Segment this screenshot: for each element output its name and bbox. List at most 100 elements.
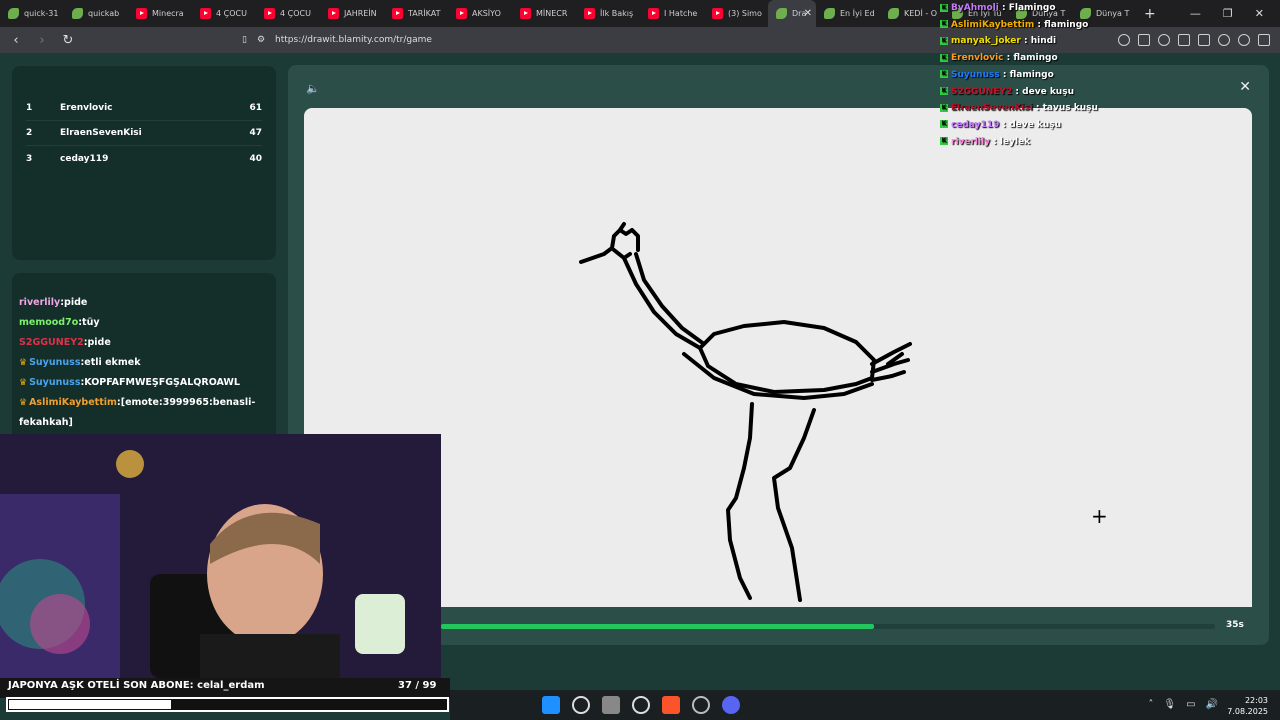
chat-text: :etli ekmek (80, 357, 141, 368)
tab-label: (3) Simo (728, 9, 762, 18)
browser-tab[interactable]: Minecra (128, 0, 192, 27)
overlay-chat-username: manyak_joker (951, 36, 1021, 47)
chat-username: Suyunuss (29, 357, 81, 368)
discord-icon[interactable] (722, 696, 740, 714)
tab-label: quickab (88, 9, 120, 18)
tab-close-icon[interactable]: ✕ (804, 8, 812, 19)
chat-username: AslimiKaybettim (29, 397, 117, 408)
browser-tab[interactable]: quickab (64, 0, 128, 27)
minimize-icon[interactable]: — (1190, 7, 1201, 20)
browser-tab[interactable]: En İyi Ed (816, 0, 880, 27)
leaderboard-name: Erenvlovic (60, 103, 113, 113)
site-settings-icon[interactable]: ⚙ (257, 35, 265, 45)
kick-icon: K (940, 87, 948, 96)
overlay-chat-username: ElraenSevenKisi (951, 103, 1033, 114)
chevron-up-icon[interactable]: ˄ (1148, 699, 1153, 710)
chat-username: riverlily (19, 297, 61, 308)
chat-username: S2GGUNEY2 (19, 337, 84, 348)
windows-start-icon[interactable] (542, 696, 560, 714)
browser-tab[interactable]: 4 ÇOCU (256, 0, 320, 27)
network-icon[interactable]: ▭ (1186, 699, 1195, 710)
overlay-chat-message: K AslimiKaybettim : flamingo (940, 17, 1140, 34)
leaderboard-row: 2 ElraenSevenKisi 47 (26, 121, 262, 146)
drawing-canvas[interactable]: + (304, 108, 1252, 607)
crown-icon: ♛ (19, 358, 28, 368)
obs-icon[interactable] (692, 696, 710, 714)
youtube-icon (584, 8, 595, 19)
site-favicon-icon (8, 8, 19, 19)
back-icon[interactable]: ‹ (6, 33, 26, 48)
stream-ticker-bar: JAPONYA AŞK OTELİ SON ABONE: celal_erdam… (0, 678, 450, 698)
close-window-icon[interactable]: ✕ (1255, 7, 1264, 20)
chat-username: Suyunuss (29, 377, 81, 388)
webcam-feed (0, 434, 441, 678)
window-controls: — ❐ ✕ (1190, 0, 1280, 27)
leaderboard-score: 61 (249, 103, 262, 113)
chat-text: :KOPFAFMWEŞFGŞALQROAWL (80, 377, 240, 388)
overlay-chat-username: S2GGUNEY2 (951, 86, 1013, 97)
site-favicon-icon (824, 8, 835, 19)
chatgpt-icon[interactable] (632, 696, 650, 714)
chat-text: :pide (83, 337, 111, 348)
forward-icon[interactable]: › (32, 33, 52, 48)
overlay-chat-message: K Erenvlovic : flamingo (940, 50, 1140, 67)
address-bar[interactable]: ▯ ⚙ https://drawit.blamity.com/tr/game (242, 30, 942, 50)
windows-taskbar: ˄ 🎙 ▭ 🔊 22:03 7.08.2025 (450, 690, 1280, 720)
microphone-icon[interactable]: 🎙 (1163, 699, 1176, 710)
browser-tab[interactable]: TARİKAT (384, 0, 448, 27)
chat-message: S2GGUNEY2:pide (19, 333, 276, 353)
browser-tab[interactable]: I Hatche (640, 0, 704, 27)
leaderboard-name: ElraenSevenKisi (60, 128, 142, 138)
youtube-icon (456, 8, 467, 19)
browser-tab[interactable]: (3) Simo (704, 0, 768, 27)
sidebar-icon[interactable] (1178, 34, 1190, 46)
task-view-icon[interactable] (602, 696, 620, 714)
youtube-icon (328, 8, 339, 19)
shield-icon[interactable] (1238, 34, 1250, 46)
new-tab-icon[interactable]: + (1144, 6, 1156, 22)
leaderboard-row: 1 Erenvlovic 61 (26, 96, 262, 121)
music-icon[interactable] (1158, 34, 1170, 46)
tab-label: 4 ÇOCU (216, 9, 247, 18)
bookmark-icon[interactable]: ▯ (242, 35, 247, 45)
tab-label: 4 ÇOCU (280, 9, 311, 18)
game-chat-panel: riverlily:pide memood7o:tüy S2GGUNEY2:pide… (12, 273, 276, 435)
browser-tab[interactable]: 4 ÇOCU (192, 0, 256, 27)
webcam-scene (0, 434, 441, 678)
menu-icon[interactable] (1258, 34, 1270, 46)
browser-tab[interactable]: quick-31 (0, 0, 64, 27)
clock-date: 7.08.2025 (1227, 707, 1268, 716)
timer-bar (441, 624, 1215, 629)
volume-icon[interactable]: 🔊 (1206, 699, 1218, 710)
overlay-chat-username: riverlily (951, 136, 991, 147)
close-icon[interactable]: ✕ (1239, 79, 1251, 95)
maximize-icon[interactable]: ❐ (1223, 7, 1233, 20)
url-text[interactable]: https://drawit.blamity.com/tr/game (275, 35, 432, 45)
overlay-chat-username: Suyunuss (951, 69, 1000, 80)
leaderboard-panel: 1 Erenvlovic 61 2 ElraenSevenKisi 47 3 c… (12, 66, 276, 260)
overlay-chat-message: K ByAhmoli : Flamingo (940, 0, 1140, 17)
overlay-chat-message: K Suyunuss : flamingo (940, 67, 1140, 84)
browser-tab[interactable]: İlk Bakış (576, 0, 640, 27)
chat-message: ♛ Suyunuss:etli ekmek (19, 353, 276, 373)
overlay-chat-message: K ElraenSevenKisi : tavus kuşu (940, 100, 1140, 117)
brave-icon[interactable] (662, 696, 680, 714)
reload-icon[interactable]: ↻ (58, 33, 78, 48)
crown-icon: ♛ (19, 398, 28, 408)
tab-label: TARİKAT (408, 9, 441, 18)
browser-tab[interactable]: MİNECR (512, 0, 576, 27)
browser-tab[interactable]: KEDİ - O (880, 0, 944, 27)
overlay-chat-text: : deve kuşu (1012, 86, 1074, 97)
youtube-icon (392, 8, 403, 19)
leo-icon[interactable] (1218, 34, 1230, 46)
browser-tab[interactable]: JAHREİN (320, 0, 384, 27)
clock[interactable]: 22:03 7.08.2025 (1227, 695, 1268, 717)
wallet-icon[interactable] (1198, 34, 1210, 46)
browser-tab[interactable]: AKSİYO (448, 0, 512, 27)
tab-label: En İyi Ed (840, 9, 875, 18)
tab-label: MİNECR (536, 9, 568, 18)
chat-message: ♛ AslimiKaybettim:[emote:3999965:benasli-… (19, 393, 276, 433)
search-icon[interactable] (572, 696, 590, 714)
speaker-icon[interactable]: 🔈 (306, 82, 320, 95)
browser-tab-active[interactable]: Dra ✕ (768, 0, 816, 27)
